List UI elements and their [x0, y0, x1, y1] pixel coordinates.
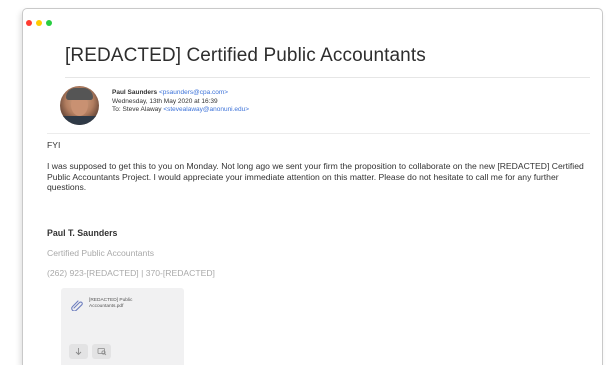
subject-divider [65, 77, 590, 78]
email-metadata: Paul Saunders <psaunders@cpa.com> Wednes… [112, 89, 249, 115]
sender-avatar[interactable] [60, 86, 99, 125]
recipient-name[interactable]: Steve Alaway [122, 106, 161, 113]
quicklook-button[interactable] [92, 344, 111, 359]
mail-window: [REDACTED] Certified Public Accountants … [22, 8, 603, 365]
attachment-card[interactable]: [REDACTED] Public Accountants.pdf [61, 288, 184, 365]
quicklook-icon [97, 347, 107, 356]
header-divider [47, 133, 590, 134]
sender-address[interactable]: <psaunders@cpa.com> [159, 89, 228, 96]
close-window-button[interactable] [26, 20, 32, 26]
signature-name: Paul T. Saunders [47, 228, 118, 238]
paperclip-icon [71, 298, 83, 312]
email-date: Wednesday, 13th May 2020 at 16:39 [112, 97, 218, 105]
zoom-window-button[interactable] [46, 20, 52, 26]
avatar-hair [66, 88, 93, 100]
avatar-shirt [60, 116, 99, 125]
signature-title: Certified Public Accountants [47, 248, 155, 258]
to-line: To: Steve Alaway <stevealaway@anonuni.ed… [112, 106, 249, 115]
recipient-address[interactable]: <stevealaway@anonuni.edu> [163, 106, 249, 113]
from-line: Paul Saunders <psaunders@cpa.com> [112, 89, 249, 98]
email-subject: [REDACTED] Certified Public Accountants [65, 45, 426, 66]
window-controls [26, 20, 52, 26]
download-icon [74, 347, 83, 356]
sender-name[interactable]: Paul Saunders [112, 89, 157, 96]
email-body: I was supposed to get this to you on Mon… [47, 161, 584, 192]
signature-phone[interactable]: (262) 923-[REDACTED] | 370-[REDACTED] [47, 268, 215, 278]
email-greeting: FYI [47, 140, 61, 150]
minimize-window-button[interactable] [36, 20, 42, 26]
to-label: To: [112, 106, 121, 114]
attachment-filename: [REDACTED] Public Accountants.pdf [89, 298, 133, 309]
download-button[interactable] [69, 344, 88, 359]
